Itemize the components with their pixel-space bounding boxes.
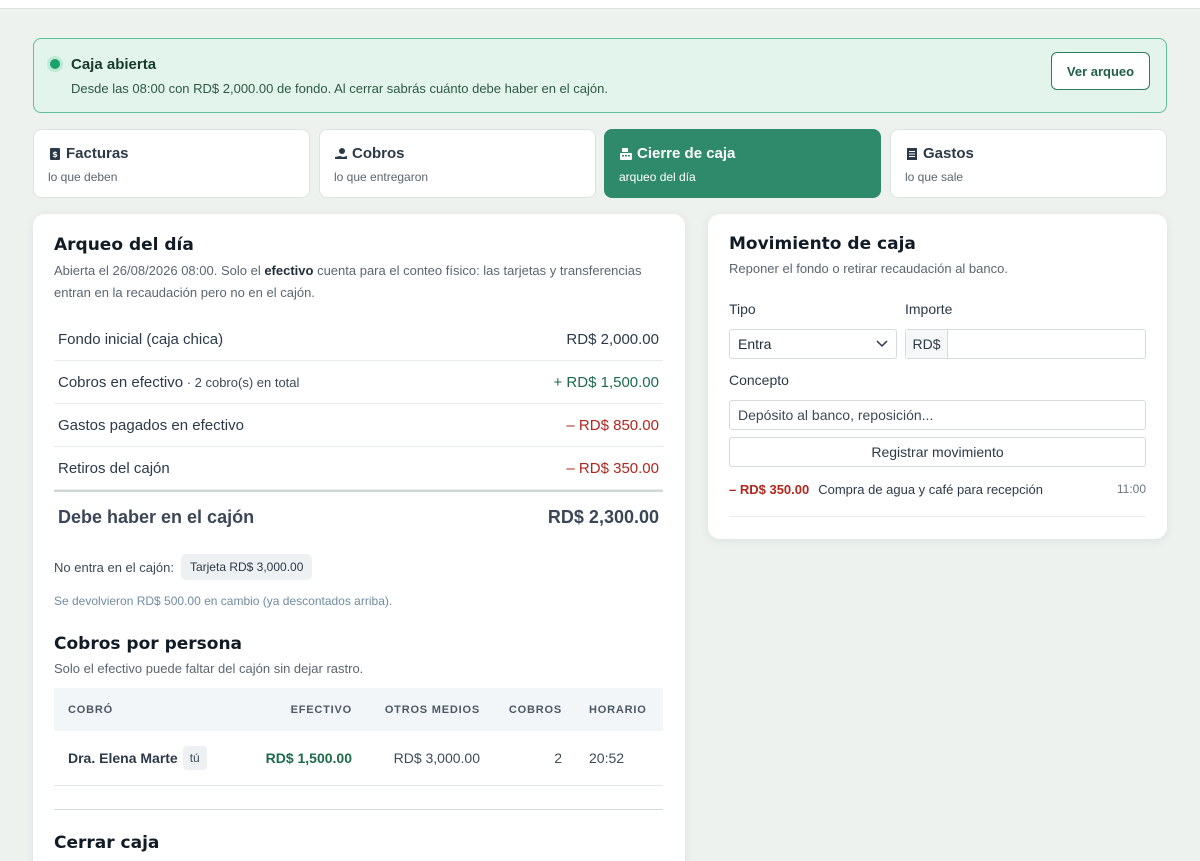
concepto-input[interactable] [729,400,1146,430]
arqueo-row-gastos: Gastos pagados en efectivo – RD$ 850.00 [54,404,663,447]
movimiento-card: Movimiento de caja Reponer el fondo o re… [708,214,1167,539]
cash-register-icon [620,147,632,160]
tipo-label: Tipo [729,301,756,317]
row-value: RD$ 2,000.00 [566,330,659,348]
row-value: + RD$ 1,500.00 [553,373,660,391]
importe-input[interactable] [948,330,1145,358]
arqueo-row-fondo: Fondo inicial (caja chica) RD$ 2,000.00 [54,318,663,361]
arqueo-row-cobros-efectivo: Cobros en efectivo · 2 cobro(s) en total… [54,361,663,404]
tarjeta-chip: Tarjeta RD$ 3,000.00 [180,554,313,580]
row-value: – RD$ 850.00 [566,416,659,434]
tab-sub: lo que deben [48,170,118,184]
top-bar [0,0,1200,9]
hand-coin-icon [335,147,347,159]
currency-prefix: RD$ [906,330,948,358]
movimiento-description: Reponer el fondo o retirar recaudación a… [729,261,1008,276]
chevron-down-icon [876,340,888,348]
cobros-persona-description: Solo el efectivo puede faltar del cajón … [54,661,364,676]
tab-sub: lo que entregaron [334,170,429,184]
cobros-persona-title: Cobros por persona [54,634,243,654]
table-row: Dra. Elena Marte tú RD$ 1,500.00 RD$ 3,00… [54,731,663,786]
ver-arqueo-button[interactable]: Ver arqueo [1051,52,1150,90]
importe-label: Importe [905,301,953,317]
tab-gastos[interactable]: Gastos lo que sale [890,129,1167,198]
movimiento-item: – RD$ 350.00 Compra de agua y café para … [729,482,1146,517]
svg-text:$: $ [52,150,58,159]
self-badge: tú [182,746,207,770]
tab-cobros[interactable]: Cobros lo que entregaron [319,129,596,198]
arqueo-row-retiros: Retiros del cajón – RD$ 350.00 [54,447,663,490]
movimiento-title: Movimiento de caja [729,234,916,254]
tab-label: Cobros [352,145,405,162]
tab-facturas[interactable]: $ Facturas lo que deben [33,129,310,198]
concepto-label: Concepto [729,372,789,388]
arqueo-card: Arqueo del día Abierta el 26/08/2026 08:… [33,214,685,861]
cerrar-caja-title: Cerrar caja [54,833,160,853]
invoice-icon: $ [50,147,60,160]
movimiento-amount: – RD$ 350.00 [729,482,810,497]
cobros-persona-table: COBRÓ EFECTIVO OTROS MEDIOS COBROS HORAR… [54,688,663,786]
arqueo-description: Abierta el 26/08/2026 08:00. Solo el efe… [54,263,642,300]
banner-description: Desde las 08:00 con RD$ 2,000.00 de fond… [71,81,608,96]
tab-cierre-de-caja[interactable]: Cierre de caja arqueo del día [604,129,881,198]
status-dot-icon [50,59,60,69]
total-value: RD$ 2,300.00 [547,506,659,527]
importe-field[interactable]: RD$ [905,329,1146,359]
cambio-note: Se devolvieron RD$ 500.00 en cambio (ya … [54,594,393,608]
registrar-movimiento-button[interactable]: Registrar movimiento [729,437,1146,467]
arqueo-total-row: Debe haber en el cajón RD$ 2,300.00 [54,490,663,542]
section-divider [54,809,663,810]
banner-title: Caja abierta [71,56,157,73]
row-value: – RD$ 350.00 [566,459,659,477]
person-name: Dra. Elena Marte [68,750,178,766]
tab-label: Cierre de caja [637,145,736,162]
receipt-icon [907,147,917,160]
tab-label: Facturas [66,145,129,162]
table-header: COBRÓ EFECTIVO OTROS MEDIOS COBROS HORAR… [54,688,663,731]
tab-sub: arqueo del día [619,170,696,184]
status-banner: Caja abierta Desde las 08:00 con RD$ 2,0… [33,38,1167,113]
tab-label: Gastos [923,145,974,162]
tab-sub: lo que sale [905,170,964,184]
total-label: Debe haber en el cajón [58,506,255,527]
no-entra-line: No entra en el cajón: Tarjeta RD$ 3,000.… [54,554,313,580]
arqueo-title: Arqueo del día [54,235,194,255]
movimiento-time: 11:00 [1116,482,1146,496]
tipo-select[interactable]: Entra [729,329,897,359]
movimiento-concept: Compra de agua y café para recepción [818,482,1043,497]
